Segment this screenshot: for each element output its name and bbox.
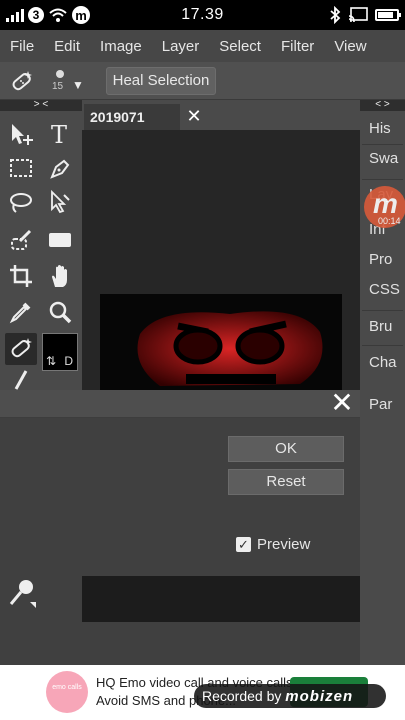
text-icon: T	[51, 121, 67, 147]
preview-toggle[interactable]: ✓ Preview	[236, 536, 310, 553]
menu-bar: File Edit Image Layer Select Filter View	[0, 30, 405, 62]
color-swatches[interactable]: ⇅ D	[42, 333, 78, 371]
chevron-down-icon: ▼	[72, 78, 84, 92]
brush-icon	[14, 370, 28, 390]
cast-icon	[348, 7, 368, 23]
move-tool[interactable]	[5, 118, 37, 150]
tools-panel-toggle[interactable]: > <	[0, 100, 82, 111]
healing-brush-icon[interactable]	[8, 68, 36, 96]
menu-select[interactable]: Select	[209, 38, 271, 55]
tool-options-bar: 15 ▼ Heal Selection	[0, 62, 405, 100]
brush-tool[interactable]	[5, 370, 37, 390]
ok-button[interactable]: OK	[228, 436, 344, 462]
panel-properties[interactable]: Pro	[360, 245, 405, 275]
document-tab[interactable]: 2019071	[84, 104, 180, 130]
lasso-icon	[10, 193, 32, 213]
document-image[interactable]	[100, 294, 342, 390]
status-bar: 3 m 17.39	[0, 0, 405, 30]
battery-icon	[375, 9, 401, 21]
panel-paragraph-label[interactable]: Par	[360, 390, 405, 420]
panel-css[interactable]: CSS	[360, 275, 405, 305]
document-tab-bar: 2019071 ✕	[82, 100, 360, 130]
pen-icon	[50, 159, 70, 179]
tools-panel: > < T ⇅ D	[0, 100, 82, 390]
menu-file[interactable]: File	[0, 38, 44, 55]
close-icon[interactable]: ✕	[330, 389, 354, 418]
preview-label: Preview	[257, 536, 311, 553]
heal-selection-button[interactable]: Heal Selection	[106, 67, 216, 95]
document-tab-title: 2019071	[90, 109, 145, 125]
watermark-prefix: Recorded by	[202, 688, 282, 704]
brush-dot-icon	[56, 70, 64, 78]
quick-selection-tool[interactable]	[5, 224, 37, 256]
app-notification-badge: m	[72, 6, 90, 24]
panel-swatches[interactable]: Swa	[360, 144, 405, 174]
brush-size-picker[interactable]: 15 ▼	[52, 70, 84, 98]
eyedropper-tool[interactable]	[5, 296, 37, 328]
panel-character[interactable]: Cha	[360, 348, 405, 378]
watermark-brand: mobizen	[285, 688, 354, 705]
crop-icon	[10, 265, 32, 287]
healing-tool[interactable]	[5, 333, 37, 365]
hand-tool[interactable]	[44, 260, 76, 292]
reset-button[interactable]: Reset	[228, 469, 344, 495]
panels-sidebar: < > His Swa Lay Inf Pro CSS Bru Cha	[360, 100, 405, 390]
zoom-tool[interactable]	[44, 296, 76, 328]
menu-filter[interactable]: Filter	[271, 38, 324, 55]
magnifier-icon	[49, 301, 72, 324]
marquee-tool[interactable]	[5, 152, 37, 184]
magic-brush-icon	[11, 229, 32, 250]
bandage-icon	[11, 338, 32, 358]
default-colors-button[interactable]: D	[64, 354, 73, 368]
menu-layer[interactable]: Layer	[152, 38, 210, 55]
shape-tool[interactable]	[44, 224, 76, 256]
pen-tool[interactable]	[44, 152, 76, 184]
close-icon[interactable]: ✕	[184, 104, 204, 128]
eyedropper-icon	[9, 302, 31, 324]
panels-sidebar-continued: Par	[360, 390, 405, 665]
red-face-artwork	[100, 294, 342, 390]
cursor-select-icon	[51, 189, 70, 214]
panels-toggle[interactable]: < >	[360, 100, 405, 111]
swap-colors-icon[interactable]: ⇅	[46, 354, 56, 368]
rectangle-shape-icon	[49, 233, 71, 247]
wifi-icon	[49, 8, 67, 22]
select-arrow-tool[interactable]	[44, 186, 76, 218]
menu-edit[interactable]: Edit	[44, 38, 90, 55]
bluetooth-icon	[330, 6, 341, 24]
hand-icon	[52, 265, 67, 287]
heal-dialog: ✕ OK Reset ✓ Preview Par	[0, 389, 405, 665]
dialog-body: OK Reset ✓ Preview	[0, 418, 360, 665]
clock: 17.39	[181, 6, 224, 23]
lasso-tool[interactable]	[5, 186, 37, 218]
preview-checkbox[interactable]: ✓	[236, 537, 251, 552]
signal-icon	[6, 8, 24, 22]
ad-app-logo: emo calls	[46, 671, 88, 713]
marquee-icon	[10, 159, 32, 177]
screen-recorder-bubble[interactable]: m 00:14	[364, 186, 405, 228]
panel-brush[interactable]: Bru	[360, 312, 405, 342]
text-tool[interactable]: T	[44, 118, 76, 150]
move-arrow-icon	[12, 124, 33, 145]
crop-tool[interactable]	[5, 260, 37, 292]
panel-paragraph[interactable]	[360, 378, 405, 390]
recorder-watermark: Recorded by mobizen	[194, 684, 386, 708]
panel-history[interactable]: His	[360, 114, 405, 144]
menu-view[interactable]: View	[324, 38, 376, 55]
menu-image[interactable]: Image	[90, 38, 152, 55]
carrier-badge: 3	[28, 7, 44, 23]
canvas-area[interactable]	[82, 130, 360, 390]
svg-text:T: T	[51, 121, 67, 147]
dialog-preview-strip	[82, 576, 360, 622]
color-picker-icon[interactable]	[4, 576, 38, 610]
recorder-timer: 00:14	[378, 216, 401, 226]
dialog-header: ✕	[0, 389, 360, 418]
